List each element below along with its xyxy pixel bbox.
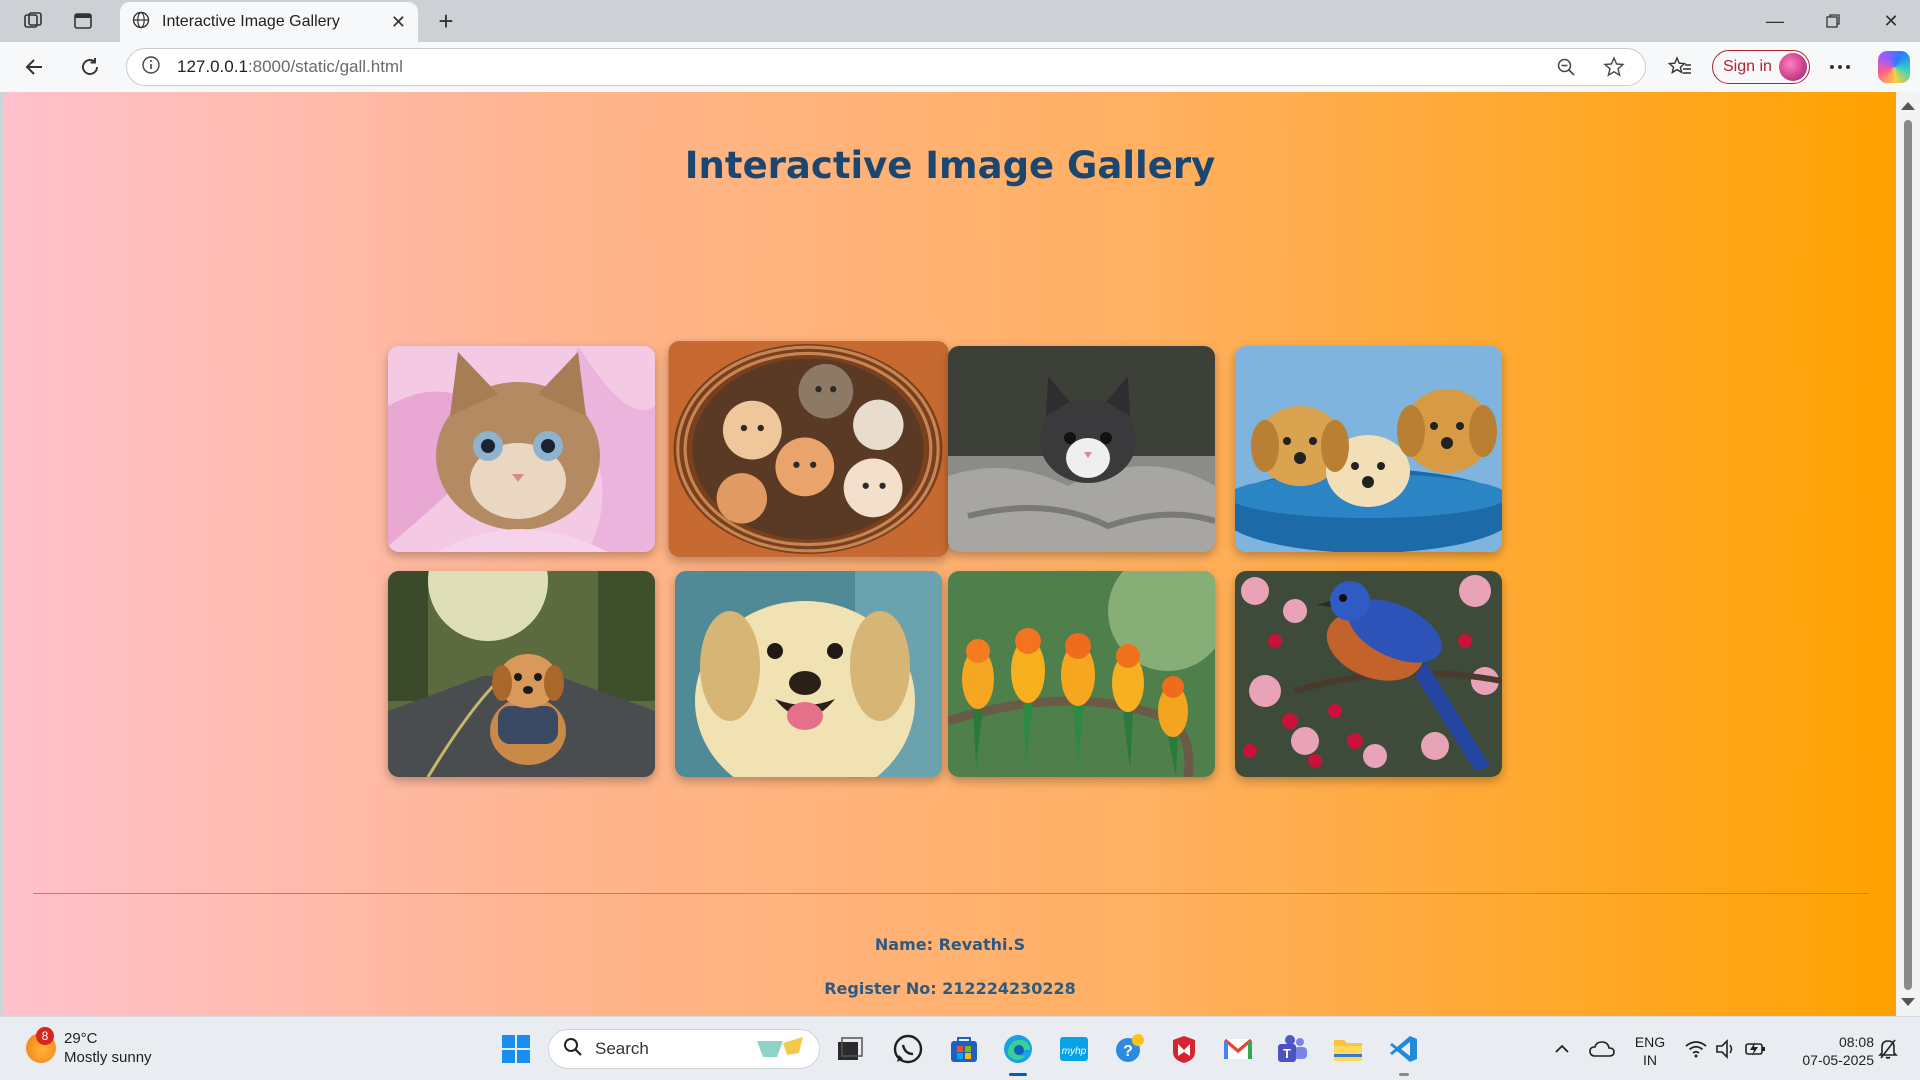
gallery-image-kittens-basket[interactable] <box>668 340 949 558</box>
favorite-star-icon[interactable] <box>1597 52 1631 82</box>
workspaces-icon[interactable] <box>16 6 50 36</box>
site-info-icon[interactable] <box>141 55 161 80</box>
gallery-image-labrador-puppy[interactable] <box>675 571 942 777</box>
reload-icon[interactable] <box>72 51 108 83</box>
notification-badge: 8 <box>36 1027 54 1045</box>
svg-text:T: T <box>1283 1046 1291 1061</box>
page-viewport: Interactive Image Gallery Name: Revathi.… <box>4 92 1896 1016</box>
svg-text:?: ? <box>1123 1043 1133 1060</box>
close-tab-icon[interactable]: ✕ <box>391 12 406 33</box>
restore-icon[interactable] <box>1804 0 1862 42</box>
scrollbar-thumb[interactable] <box>1904 120 1912 990</box>
footer-divider <box>33 893 1869 894</box>
help-icon[interactable]: ? <box>1110 1029 1150 1069</box>
file-explorer-icon[interactable] <box>1328 1029 1368 1069</box>
browser-tab-bar: Interactive Image Gallery ✕ + — ✕ <box>0 0 1920 42</box>
browser-toolbar: 127.0.0.1:8000/static/gall.html Sign in <box>0 42 1920 92</box>
onedrive-cloud-icon[interactable] <box>1582 1029 1622 1069</box>
running-app-indicator <box>1399 1073 1409 1076</box>
microsoft-store-icon[interactable] <box>944 1029 984 1069</box>
battery-icon[interactable] <box>1736 1029 1776 1069</box>
search-label: Search <box>595 1039 649 1058</box>
copilot-icon[interactable] <box>1878 51 1910 83</box>
teams-icon[interactable]: T <box>1272 1029 1312 1069</box>
new-tab-icon[interactable]: + <box>430 6 462 36</box>
gallery-image-parakeets[interactable] <box>948 571 1215 777</box>
gallery-image-bluebird[interactable] <box>1235 571 1502 777</box>
minimize-icon[interactable]: — <box>1746 0 1804 42</box>
weather-description: Mostly sunny <box>64 1049 152 1066</box>
language-indicator[interactable]: ENG IN <box>1630 1033 1670 1069</box>
clock-date: 07-05-2025 <box>1802 1052 1874 1068</box>
page-title: Interactive Image Gallery <box>684 144 1216 187</box>
globe-icon <box>132 11 150 34</box>
sign-in-label: Sign in <box>1723 58 1772 75</box>
myhp-icon[interactable]: myhp <box>1054 1029 1094 1069</box>
url-text[interactable]: 127.0.0.1:8000/static/gall.html <box>177 57 1535 77</box>
windows-taskbar: 8 29°C Mostly sunny Search myhp ? T ENG … <box>0 1016 1920 1080</box>
zoom-icon[interactable] <box>1549 52 1583 82</box>
edge-browser-icon[interactable] <box>998 1029 1038 1069</box>
close-window-icon[interactable]: ✕ <box>1862 0 1920 42</box>
search-highlight-icon <box>753 1033 809 1066</box>
register-number: Register No: 212224230228 <box>824 979 1076 998</box>
address-bar[interactable]: 127.0.0.1:8000/static/gall.html <box>126 48 1646 86</box>
taskbar-search[interactable]: Search <box>548 1029 820 1069</box>
task-view-icon[interactable] <box>830 1029 870 1069</box>
gmail-icon[interactable] <box>1218 1029 1258 1069</box>
vertical-scrollbar[interactable] <box>1896 92 1920 1016</box>
windows-start-icon[interactable] <box>496 1029 536 1069</box>
avatar <box>1779 53 1807 81</box>
scroll-up-icon[interactable] <box>1901 102 1915 110</box>
clock[interactable]: 08:08 07-05-2025 <box>1782 1033 1874 1069</box>
weather-sun-icon: 8 <box>26 1027 56 1063</box>
sign-in-button[interactable]: Sign in <box>1712 50 1810 84</box>
active-app-indicator <box>1009 1073 1027 1076</box>
more-options-icon[interactable] <box>1822 51 1858 83</box>
back-arrow-icon[interactable] <box>16 51 52 83</box>
search-icon <box>563 1037 583 1062</box>
weather-temperature: 29°C <box>64 1030 98 1047</box>
mcafee-icon[interactable] <box>1164 1029 1204 1069</box>
notification-bell-icon[interactable] <box>1868 1029 1908 1069</box>
tab-active[interactable]: Interactive Image Gallery ✕ <box>120 2 418 42</box>
gallery-image-puppies-cushion[interactable] <box>1235 346 1502 552</box>
whatsapp-icon[interactable] <box>888 1029 928 1069</box>
gallery-image-kitten-ribbon[interactable] <box>388 346 655 552</box>
gallery-image-kitten-blanket[interactable] <box>948 346 1215 552</box>
vscode-icon[interactable] <box>1384 1029 1424 1069</box>
tab-title: Interactive Image Gallery <box>162 13 340 30</box>
gallery-image-puppy-road[interactable] <box>388 571 655 777</box>
student-name: Name: Revathi.S <box>874 935 1026 954</box>
vertical-tabs-icon[interactable] <box>66 6 100 36</box>
scroll-down-icon[interactable] <box>1901 998 1915 1006</box>
svg-text:myhp: myhp <box>1062 1046 1087 1057</box>
weather-widget[interactable]: 8 29°C Mostly sunny <box>26 1027 152 1067</box>
show-hidden-icons-chevron-icon[interactable] <box>1542 1029 1582 1069</box>
favorites-icon[interactable] <box>1662 51 1698 83</box>
clock-time: 08:08 <box>1838 1034 1874 1050</box>
